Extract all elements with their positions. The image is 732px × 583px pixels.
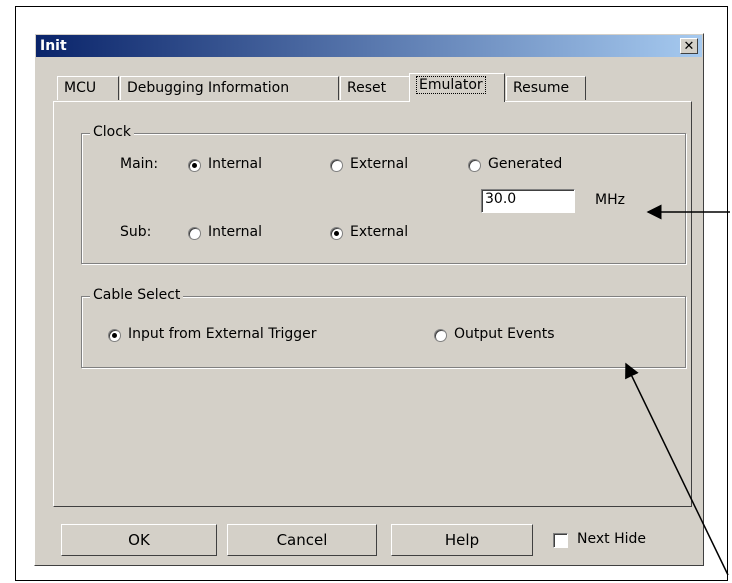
output-events-radio[interactable] bbox=[434, 329, 447, 342]
main-generated-label: Generated bbox=[488, 156, 563, 172]
main-label: Main: bbox=[120, 156, 159, 172]
tab-resume[interactable]: Resume bbox=[506, 76, 586, 100]
emulator-tab-panel: Clock Main: Internal External Generated … bbox=[53, 101, 692, 507]
main-external-label: External bbox=[350, 156, 409, 172]
sub-label: Sub: bbox=[120, 224, 152, 240]
main-external-radio[interactable] bbox=[330, 159, 343, 172]
help-button[interactable]: Help bbox=[391, 524, 533, 556]
clock-group-title: Clock bbox=[90, 124, 135, 140]
close-button[interactable]: ✕ bbox=[680, 38, 698, 54]
input-external-trigger-label: Input from External Trigger bbox=[128, 326, 317, 342]
tab-reset[interactable]: Reset bbox=[340, 76, 410, 100]
sub-internal-radio[interactable] bbox=[188, 227, 201, 240]
next-hide-checkbox[interactable] bbox=[553, 533, 568, 548]
output-events-label: Output Events bbox=[454, 326, 555, 342]
next-hide-label: Next Hide bbox=[577, 531, 646, 547]
sub-external-label: External bbox=[350, 224, 409, 240]
init-dialog: Init ✕ MCU Debugging Information Reset E… bbox=[34, 33, 704, 566]
tab-mcu[interactable]: MCU bbox=[57, 76, 119, 100]
main-generated-radio[interactable] bbox=[468, 159, 481, 172]
tab-emulator[interactable]: Emulator bbox=[409, 73, 505, 102]
title-bar: Init ✕ bbox=[36, 35, 702, 57]
sub-internal-label: Internal bbox=[208, 224, 262, 240]
ok-button[interactable]: OK bbox=[61, 524, 217, 556]
tab-debugging-information[interactable]: Debugging Information bbox=[120, 76, 339, 100]
clock-group: Clock Main: Internal External Generated … bbox=[81, 124, 686, 264]
frequency-input[interactable]: 30.0 bbox=[481, 189, 575, 213]
main-internal-label: Internal bbox=[208, 156, 262, 172]
input-external-trigger-radio[interactable] bbox=[108, 329, 121, 342]
main-internal-radio[interactable] bbox=[188, 159, 201, 172]
dialog-title: Init bbox=[40, 38, 67, 54]
tab-emulator-label: Emulator bbox=[416, 76, 486, 94]
cancel-button[interactable]: Cancel bbox=[227, 524, 377, 556]
cable-select-group: Cable Select Input from External Trigger… bbox=[81, 287, 686, 368]
sub-external-radio[interactable] bbox=[330, 227, 343, 240]
cable-select-group-title: Cable Select bbox=[90, 287, 184, 303]
frequency-unit: MHz bbox=[595, 192, 625, 208]
